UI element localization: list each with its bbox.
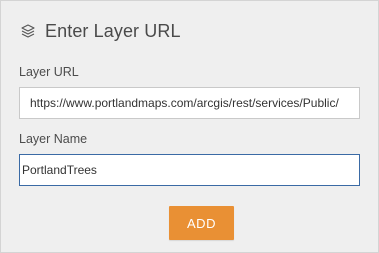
layers-icon: [19, 22, 37, 40]
add-button[interactable]: ADD: [169, 206, 234, 240]
layer-name-input[interactable]: [19, 154, 360, 186]
layer-url-input[interactable]: [19, 87, 360, 119]
panel-header: Enter Layer URL: [19, 19, 181, 43]
layer-url-label: Layer URL: [19, 65, 79, 79]
layer-name-label: Layer Name: [19, 132, 88, 146]
panel-title: Enter Layer URL: [45, 20, 181, 41]
add-layer-panel: Enter Layer URL Layer URL Layer Name ADD: [0, 0, 379, 253]
